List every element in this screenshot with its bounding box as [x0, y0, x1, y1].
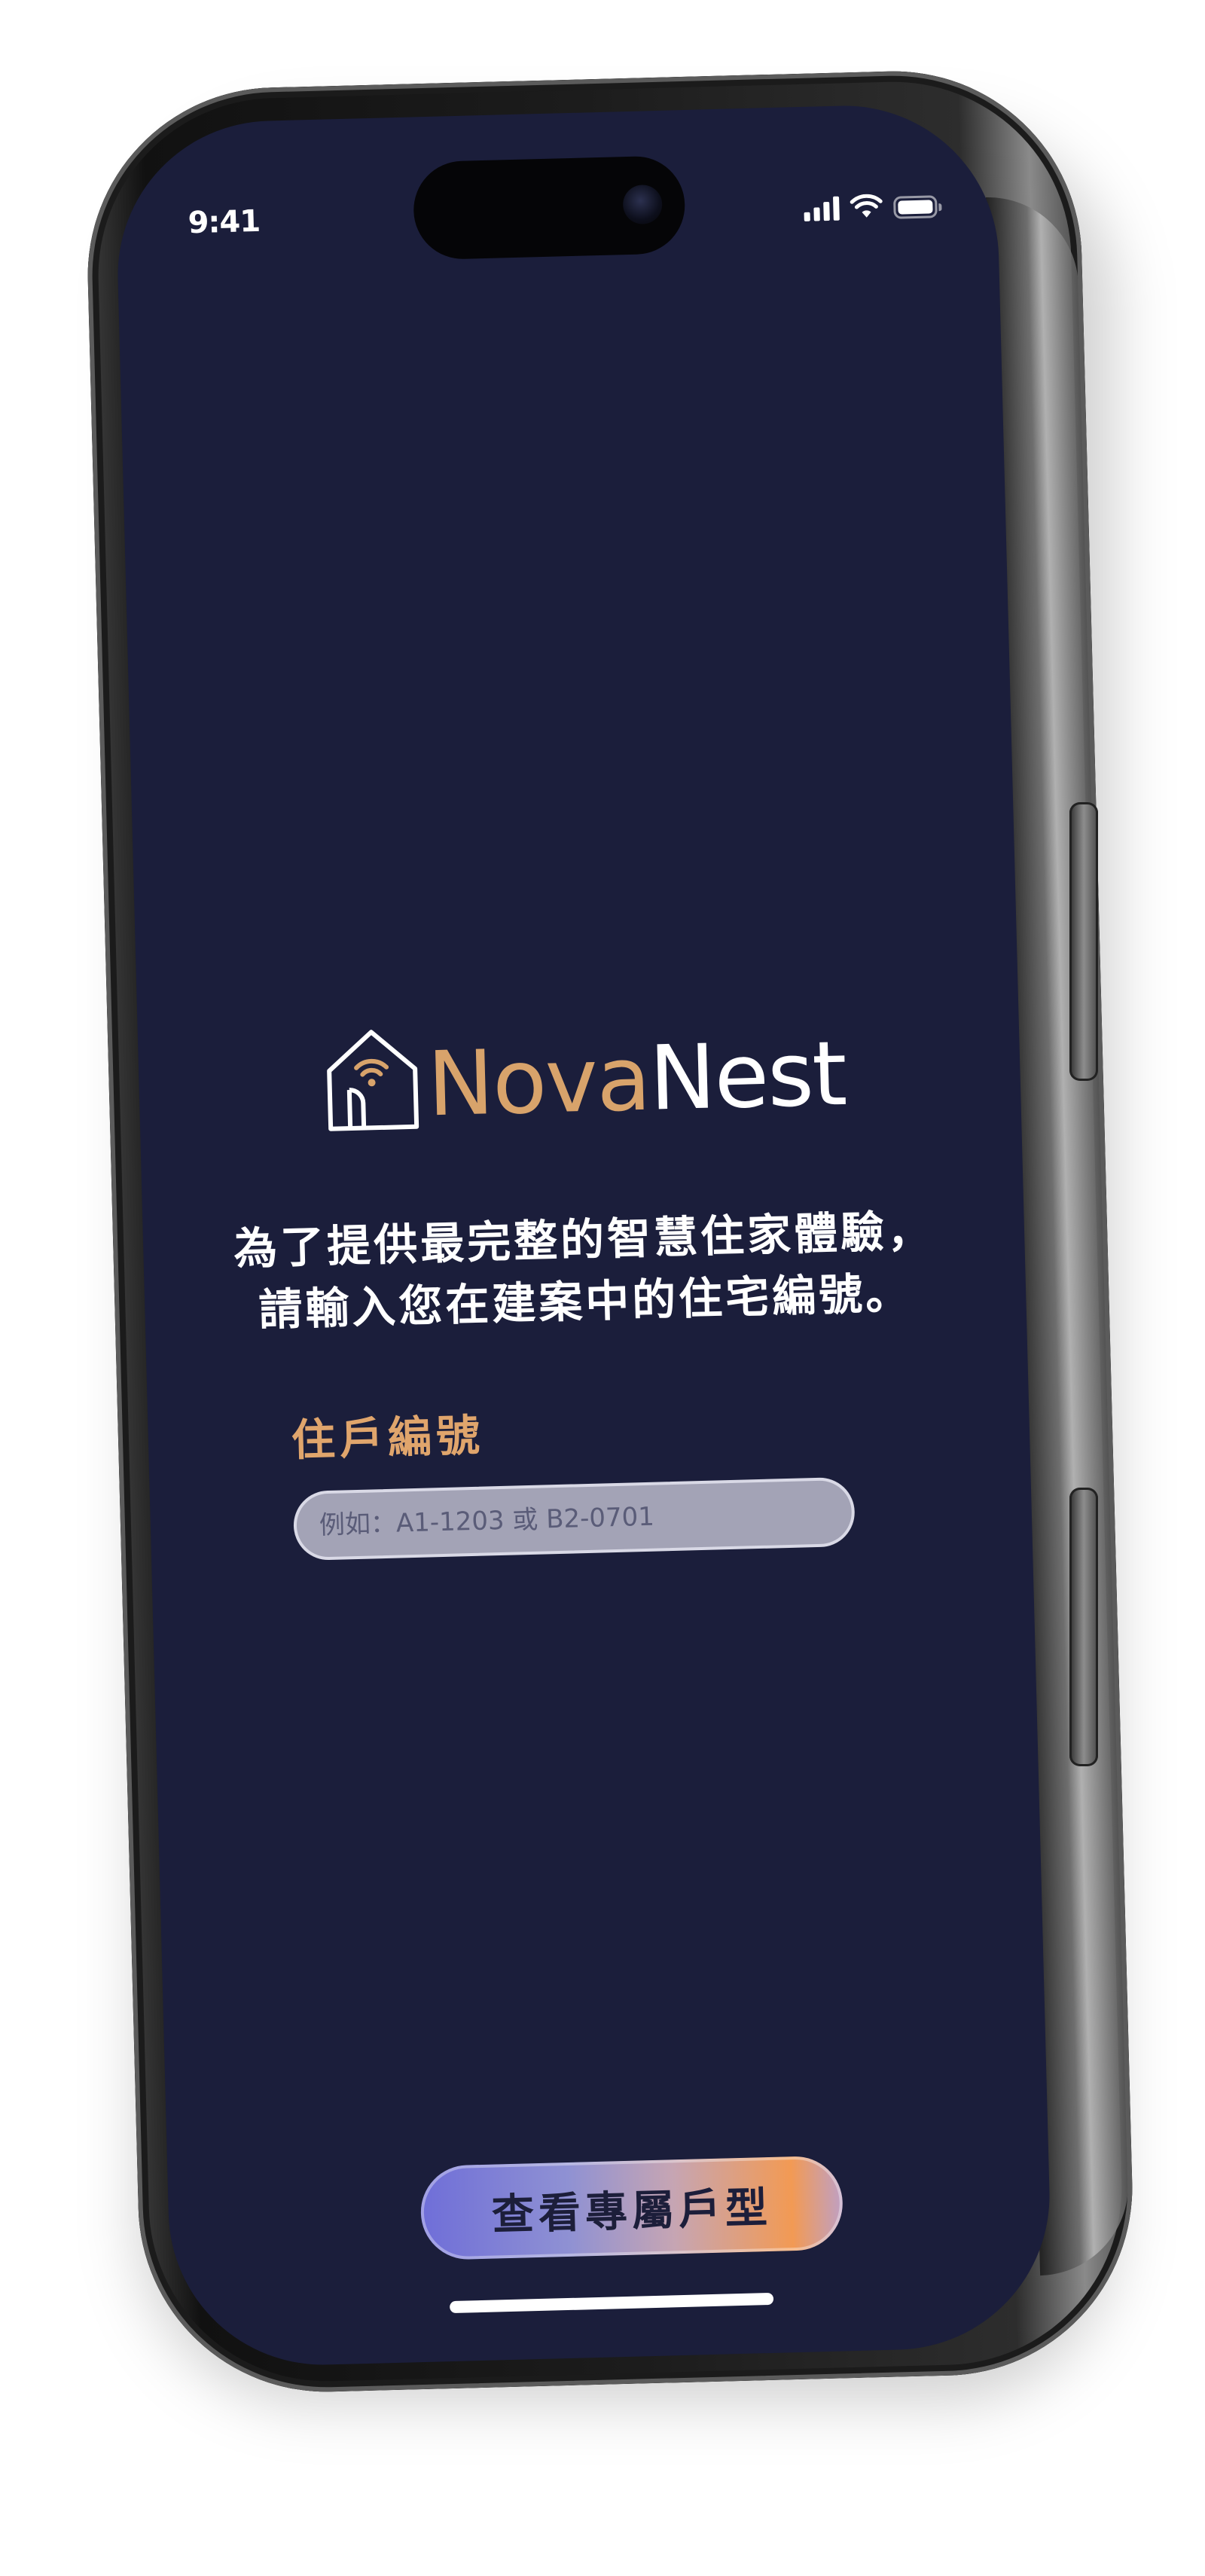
volume-button-bottom	[1069, 1488, 1098, 1766]
battery-icon	[893, 195, 938, 219]
unit-number-label: 住戶編號	[291, 1409, 485, 1467]
intro-text: 為了提供最完整的智慧住家體驗， 請輸入您在建案中的住宅編號。	[142, 1198, 1027, 1344]
unit-number-input[interactable]	[292, 1476, 856, 1561]
cellular-signal-icon	[804, 195, 840, 221]
brand-logo: NovaNest	[322, 1014, 847, 1136]
smart-home-icon	[327, 1030, 419, 1131]
volume-button-top	[1069, 802, 1098, 1081]
status-icons	[804, 185, 938, 221]
camera-icon	[622, 184, 663, 225]
brand-name: NovaNest	[426, 1021, 847, 1136]
status-time: 9:41	[188, 203, 261, 241]
view-floor-plan-button[interactable]: 查看專屬戶型	[419, 2155, 844, 2261]
wifi-icon	[850, 194, 883, 218]
brand-name-part1: Nova	[426, 1026, 651, 1137]
home-indicator[interactable]	[449, 2292, 774, 2314]
device-mockup: 9:41 NovaNest 為了提供最完整的智慧住家體驗， 請輸入您在建案中的住…	[0, 0, 1205, 2576]
brand-name-part2: Nest	[648, 1021, 847, 1131]
phone-screen: 9:41 NovaNest 為了提供最完整的智慧住家體驗， 請輸入您在建案中的住…	[114, 102, 1054, 2369]
dynamic-island	[412, 155, 686, 261]
